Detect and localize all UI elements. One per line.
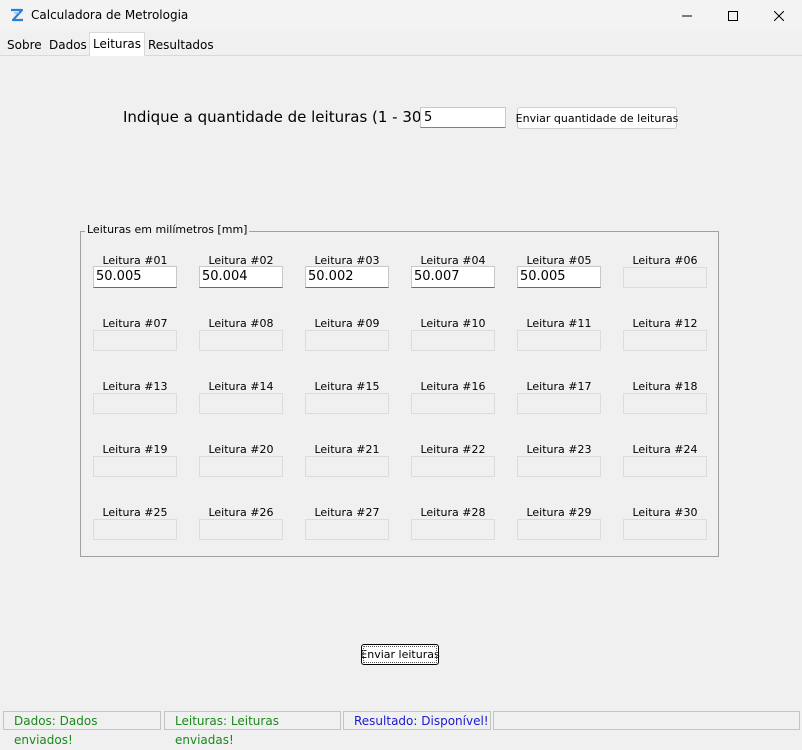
reading-label: Leitura #23	[526, 443, 592, 456]
reading-input	[199, 519, 283, 540]
reading-label: Leitura #28	[420, 506, 486, 519]
title-bar[interactable]: Calculadora de Metrologia	[0, 0, 802, 31]
send-quantity-button[interactable]: Enviar quantidade de leituras	[516, 107, 678, 129]
send-readings-button[interactable]: Enviar leituras	[360, 644, 440, 665]
reading-label: Leitura #20	[208, 443, 274, 456]
maximize-button[interactable]	[710, 0, 756, 31]
reading-input	[93, 456, 177, 477]
reading-input[interactable]: 50.004	[199, 266, 283, 288]
tab-resultados[interactable]: Resultados	[145, 35, 217, 55]
reading-label: Leitura #15	[314, 380, 380, 393]
reading-input	[517, 393, 601, 414]
tab-sobre[interactable]: Sobre	[4, 35, 45, 55]
quantity-input[interactable]	[420, 107, 506, 128]
reading-input	[411, 330, 495, 351]
reading-label: Leitura #10	[420, 317, 486, 330]
reading-label: Leitura #13	[102, 380, 168, 393]
close-icon	[774, 10, 784, 21]
status-leituras: Leituras: Leituras enviadas!	[164, 711, 341, 747]
reading-label: Leitura #18	[632, 380, 698, 393]
status-resultado: Resultado: Disponível!	[343, 711, 491, 730]
reading-input	[93, 393, 177, 414]
reading-input[interactable]: 50.007	[411, 266, 495, 288]
reading-input	[199, 393, 283, 414]
reading-label: Leitura #07	[102, 317, 168, 330]
reading-input	[305, 519, 389, 540]
reading-label: Leitura #26	[208, 506, 274, 519]
reading-label: Leitura #19	[102, 443, 168, 456]
quantity-label: Indique a quantidade de leituras (1 - 30…	[123, 108, 433, 126]
reading-input	[517, 330, 601, 351]
reading-input	[305, 330, 389, 351]
reading-label: Leitura #17	[526, 380, 592, 393]
reading-label: Leitura #14	[208, 380, 274, 393]
reading-input	[199, 330, 283, 351]
reading-input	[517, 519, 601, 540]
tab-leituras[interactable]: Leituras	[89, 32, 146, 56]
reading-label: Leitura #12	[632, 317, 698, 330]
reading-input	[517, 456, 601, 477]
close-button[interactable]	[756, 0, 802, 31]
reading-input[interactable]: 50.005	[517, 266, 601, 288]
reading-label: Leitura #21	[314, 443, 380, 456]
maximize-icon	[728, 10, 738, 21]
reading-label: Leitura #25	[102, 506, 168, 519]
tab-bar: Sobre Dados Leituras Resultados	[0, 31, 802, 56]
minimize-icon	[682, 15, 692, 16]
readings-group-title: Leituras em milímetros [mm]	[85, 223, 250, 236]
status-dados: Dados: Dados enviados!	[3, 711, 161, 747]
reading-label: Leitura #11	[526, 317, 592, 330]
reading-label: Leitura #08	[208, 317, 274, 330]
reading-input	[623, 519, 707, 540]
status-bar: Dados: Dados enviados! Leituras: Leitura…	[0, 709, 802, 747]
reading-label: Leitura #29	[526, 506, 592, 519]
minimize-button[interactable]	[664, 0, 710, 31]
reading-input	[623, 267, 707, 288]
reading-input	[93, 330, 177, 351]
reading-input	[411, 456, 495, 477]
reading-label: Leitura #22	[420, 443, 486, 456]
reading-label: Leitura #27	[314, 506, 380, 519]
reading-label: Leitura #09	[314, 317, 380, 330]
reading-input	[199, 456, 283, 477]
reading-input	[623, 393, 707, 414]
calculator-z-icon	[9, 7, 25, 23]
reading-label: Leitura #30	[632, 506, 698, 519]
reading-label: Leitura #16	[420, 380, 486, 393]
window-title: Calculadora de Metrologia	[31, 8, 189, 22]
reading-input	[411, 393, 495, 414]
status-empty	[493, 711, 800, 730]
reading-input[interactable]: 50.005	[93, 266, 177, 288]
reading-input	[411, 519, 495, 540]
reading-input[interactable]: 50.002	[305, 266, 389, 288]
tab-dados[interactable]: Dados	[46, 35, 90, 55]
reading-label: Leitura #24	[632, 443, 698, 456]
reading-input	[623, 456, 707, 477]
reading-input	[305, 393, 389, 414]
reading-input	[623, 330, 707, 351]
reading-label: Leitura #06	[632, 254, 698, 267]
reading-input	[305, 456, 389, 477]
reading-input	[93, 519, 177, 540]
